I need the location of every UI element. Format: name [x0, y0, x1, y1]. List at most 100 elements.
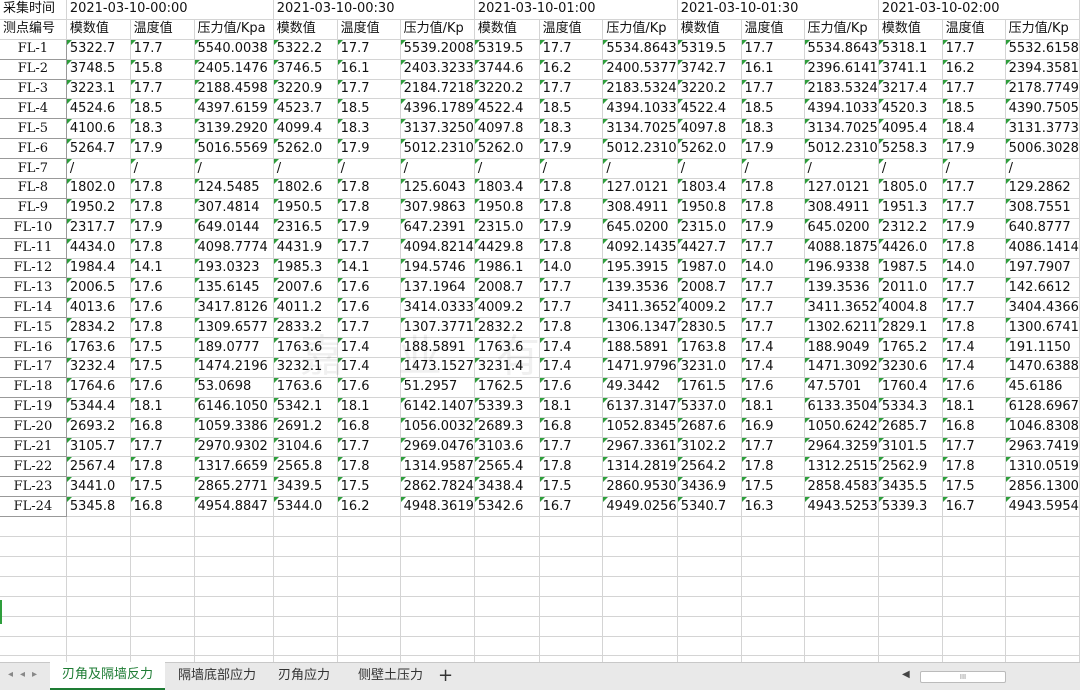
value-cell[interactable]: 16.8	[130, 496, 195, 518]
value-cell[interactable]: 17.5	[337, 476, 401, 498]
value-cell[interactable]: 1950.8	[677, 198, 742, 219]
value-cell[interactable]: 4088.1875	[804, 238, 879, 259]
value-cell[interactable]: 2564.2	[677, 456, 742, 478]
point-id-cell[interactable]: FL-20	[0, 417, 67, 438]
empty-cell[interactable]	[0, 556, 67, 577]
value-cell[interactable]: 17.7	[130, 39, 195, 60]
empty-cell[interactable]	[337, 516, 401, 538]
header-column-cell[interactable]: 模数值	[878, 19, 943, 40]
value-cell[interactable]: 5339.3	[474, 397, 540, 418]
point-id-cell[interactable]: FL-5	[0, 118, 67, 140]
point-id-cell[interactable]: FL-24	[0, 496, 67, 518]
value-cell[interactable]: 1760.4	[878, 377, 943, 398]
value-cell[interactable]: /	[539, 158, 604, 180]
value-cell[interactable]: 17.9	[130, 138, 195, 160]
value-cell[interactable]: 16.1	[337, 59, 401, 80]
value-cell[interactable]: 17.4	[741, 357, 805, 378]
value-cell[interactable]: 1312.2515	[804, 456, 879, 478]
value-cell[interactable]: 2858.4583	[804, 476, 879, 498]
value-cell[interactable]: 17.7	[539, 437, 604, 458]
value-cell[interactable]: 17.4	[539, 357, 604, 378]
value-cell[interactable]: 2183.5324	[602, 79, 678, 100]
value-cell[interactable]: 3134.7025	[602, 118, 678, 140]
empty-cell[interactable]	[130, 636, 195, 657]
value-cell[interactable]: 17.7	[741, 317, 805, 339]
empty-cell[interactable]	[273, 576, 338, 597]
point-id-cell[interactable]: FL-12	[0, 258, 67, 279]
value-cell[interactable]: 3404.4366	[1005, 297, 1080, 319]
value-cell[interactable]: 4397.6159	[194, 98, 274, 120]
header-column-cell[interactable]: 模数值	[66, 19, 131, 40]
value-cell[interactable]: 1473.1527	[400, 357, 475, 378]
empty-cell[interactable]	[130, 536, 195, 557]
point-id-cell[interactable]: FL-18	[0, 377, 67, 398]
value-cell[interactable]: 1474.2196	[194, 357, 274, 378]
empty-cell[interactable]	[602, 536, 678, 557]
empty-cell[interactable]	[337, 556, 401, 577]
value-cell[interactable]: 5319.5	[677, 39, 742, 60]
value-cell[interactable]: 1986.1	[474, 258, 540, 279]
value-cell[interactable]: 127.0121	[804, 178, 879, 199]
value-cell[interactable]: 6137.3147	[602, 397, 678, 418]
value-cell[interactable]: 4522.4	[677, 98, 742, 120]
value-cell[interactable]: 1985.3	[273, 258, 338, 279]
value-cell[interactable]: 2689.3	[474, 417, 540, 438]
header-column-cell[interactable]: 温度值	[942, 19, 1006, 40]
value-cell[interactable]: 17.8	[130, 317, 195, 339]
empty-cell[interactable]	[804, 576, 879, 597]
value-cell[interactable]: 17.7	[539, 277, 604, 299]
value-cell[interactable]: 4431.9	[273, 238, 338, 259]
value-cell[interactable]: 2188.4598	[194, 79, 274, 100]
value-cell[interactable]: 47.5701	[804, 377, 879, 398]
empty-cell[interactable]	[400, 636, 475, 657]
value-cell[interactable]: 5337.0	[677, 397, 742, 418]
value-cell[interactable]: 2183.5324	[804, 79, 879, 100]
value-cell[interactable]: /	[337, 158, 401, 180]
sheet-tab[interactable]: 隔墙底部应力	[166, 663, 268, 689]
value-cell[interactable]: 5006.3028	[1005, 138, 1080, 160]
value-cell[interactable]: 6142.1407	[400, 397, 475, 418]
value-cell[interactable]: 3230.6	[878, 357, 943, 378]
empty-cell[interactable]	[804, 616, 879, 637]
empty-cell[interactable]	[474, 516, 540, 538]
value-cell[interactable]: 2969.0476	[400, 437, 475, 458]
value-cell[interactable]: 14.1	[337, 258, 401, 279]
header-column-cell[interactable]: 压力值/Kpa	[194, 19, 274, 40]
value-cell[interactable]: 17.9	[539, 218, 604, 239]
empty-cell[interactable]	[194, 616, 274, 637]
value-cell[interactable]: 17.7	[741, 39, 805, 60]
empty-cell[interactable]	[878, 556, 943, 577]
value-cell[interactable]: 1765.2	[878, 337, 943, 359]
point-id-cell[interactable]: FL-21	[0, 437, 67, 458]
value-cell[interactable]: 17.8	[741, 198, 805, 219]
value-cell[interactable]: 1471.9796	[602, 357, 678, 378]
empty-cell[interactable]	[1005, 516, 1080, 538]
value-cell[interactable]: 16.9	[741, 417, 805, 438]
value-cell[interactable]: 16.3	[741, 496, 805, 518]
empty-cell[interactable]	[804, 596, 879, 617]
value-cell[interactable]: 3231.4	[474, 357, 540, 378]
value-cell[interactable]: 14.0	[539, 258, 604, 279]
value-cell[interactable]: 18.3	[337, 118, 401, 140]
value-cell[interactable]: 17.4	[539, 337, 604, 359]
value-cell[interactable]: 3441.0	[66, 476, 131, 498]
empty-cell[interactable]	[130, 616, 195, 637]
value-cell[interactable]: 17.9	[942, 218, 1006, 239]
value-cell[interactable]: 2963.7419	[1005, 437, 1080, 458]
value-cell[interactable]: 4949.0256	[602, 496, 678, 518]
empty-cell[interactable]	[130, 596, 195, 617]
header-point-label[interactable]: 测点编号	[0, 19, 67, 40]
empty-cell[interactable]	[878, 616, 943, 637]
value-cell[interactable]: 15.8	[130, 59, 195, 80]
value-cell[interactable]: 16.2	[942, 59, 1006, 80]
value-cell[interactable]: 4394.1033	[602, 98, 678, 120]
value-cell[interactable]: 124.5485	[194, 178, 274, 199]
value-cell[interactable]: 16.8	[337, 417, 401, 438]
value-cell[interactable]: 2964.3259	[804, 437, 879, 458]
value-cell[interactable]: 17.6	[942, 377, 1006, 398]
value-cell[interactable]: 5319.5	[474, 39, 540, 60]
value-cell[interactable]: 4948.3619	[400, 496, 475, 518]
value-cell[interactable]: 17.7	[337, 238, 401, 259]
value-cell[interactable]: /	[602, 158, 678, 180]
empty-cell[interactable]	[677, 576, 742, 597]
